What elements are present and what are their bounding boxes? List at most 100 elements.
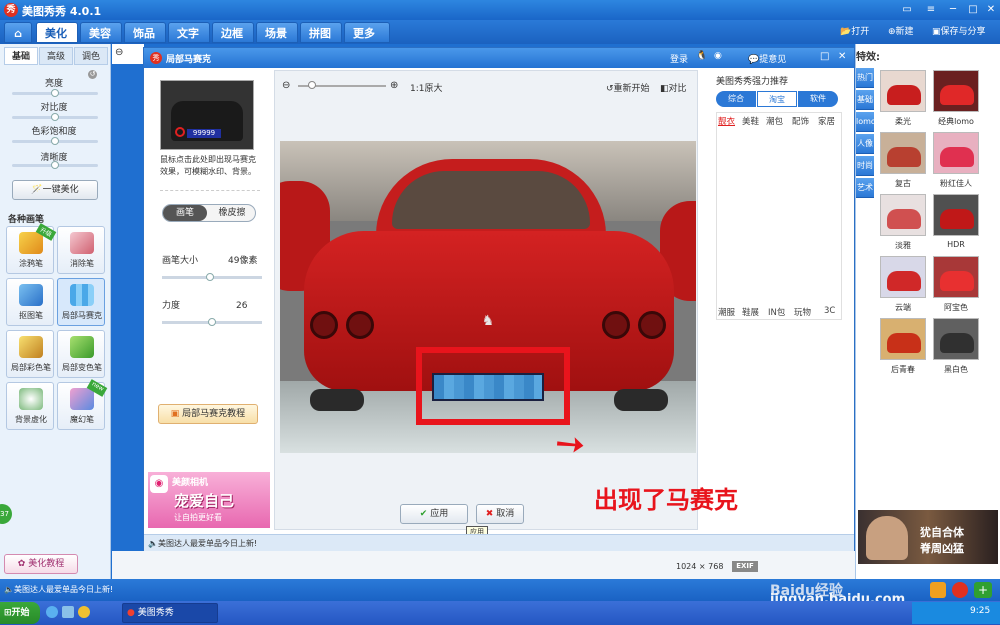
zoom-slider[interactable] — [298, 81, 386, 89]
seg-general[interactable]: 综合 — [716, 91, 756, 107]
cat-home[interactable]: 家居 — [818, 115, 835, 127]
qq-icon[interactable]: 🐧 — [696, 51, 707, 61]
tab-makeup[interactable]: 美容 — [80, 22, 122, 43]
eraser-mode-button[interactable]: 橡皮擦 — [209, 205, 255, 221]
slider-knob[interactable] — [51, 161, 59, 169]
effect-thumb[interactable] — [933, 132, 979, 174]
effect-cat-art[interactable]: 艺术 — [856, 178, 874, 198]
cat-shoes[interactable]: 美鞋 — [742, 115, 759, 127]
menu-icon[interactable]: ≡ — [924, 3, 938, 16]
zoom-knob[interactable] — [308, 81, 316, 89]
weibo-share-icon[interactable] — [952, 582, 968, 598]
effect-thumb[interactable] — [880, 70, 926, 112]
cat-toys[interactable]: 玩物 — [794, 306, 811, 318]
slider-knob[interactable] — [51, 89, 59, 97]
cat-shoe-show[interactable]: 鞋展 — [742, 306, 759, 318]
save-share-button[interactable]: ▣保存与分享 — [932, 24, 986, 40]
brush-mode-button[interactable]: 画笔 — [163, 205, 207, 221]
doodle-pen-tool[interactable]: 升级 涂鸦笔 — [6, 223, 57, 274]
photo-canvas[interactable]: ♞ — [280, 141, 696, 453]
brightness-slider[interactable] — [12, 89, 98, 97]
notification-bubble[interactable]: 37 — [0, 504, 12, 524]
effect-thumb[interactable] — [880, 256, 926, 298]
explorer-icon[interactable] — [62, 606, 74, 618]
minimize-icon[interactable]: ─ — [946, 3, 960, 16]
recolor-pen-tool[interactable]: 局部变色笔 — [57, 330, 105, 378]
tab-collage[interactable]: 拼图 — [300, 22, 342, 43]
effect-thumb[interactable] — [933, 70, 979, 112]
cat-bags[interactable]: 潮包 — [766, 115, 783, 127]
zoom-out-icon[interactable]: ⊖ — [115, 47, 123, 58]
effect-cat-hot[interactable]: 热门 — [856, 68, 874, 88]
strength-slider[interactable] — [162, 318, 262, 326]
saturation-slider[interactable] — [12, 137, 98, 145]
tab-beautify[interactable]: 美化 — [36, 22, 78, 43]
seg-software[interactable]: 软件 — [798, 91, 838, 107]
reset-button[interactable]: ↺重新开始 — [606, 81, 650, 94]
effect-cat-lomo[interactable]: lomo — [856, 112, 876, 132]
zoom-out-icon[interactable]: ⊖ — [282, 80, 290, 91]
effect-thumb[interactable] — [880, 132, 926, 174]
effect-cat-portrait[interactable]: 人像 — [856, 134, 874, 154]
beauty-camera-ad[interactable]: 美颜相机 ◉ 宠爱自己 让自拍更好看 — [148, 472, 270, 528]
gift-icon[interactable] — [930, 582, 946, 598]
add-icon[interactable]: + — [974, 582, 992, 598]
app-quick-icon[interactable] — [78, 606, 90, 618]
strength-knob[interactable] — [208, 318, 216, 326]
cat-accessories[interactable]: 配饰 — [792, 115, 809, 127]
zoom-original-button[interactable]: 1:1原大 — [410, 81, 443, 94]
right-ad-banner[interactable]: 犹自合体 脊周凶猛 — [858, 510, 998, 564]
sharpness-slider[interactable] — [12, 161, 98, 169]
subtab-color[interactable]: 调色 — [74, 47, 108, 65]
seg-taobao[interactable]: 淘宝 — [757, 91, 797, 107]
tab-scene[interactable]: 场景 — [256, 22, 298, 43]
maximize-icon[interactable]: □ — [966, 3, 980, 16]
subtab-advanced[interactable]: 高级 — [39, 47, 73, 65]
cat-in-bags[interactable]: IN包 — [768, 306, 785, 318]
tab-more[interactable]: 更多功能 ▾ — [344, 22, 390, 82]
compare-button[interactable]: ◧对比 — [660, 81, 687, 94]
subtab-basic[interactable]: 基础 — [4, 47, 38, 65]
eraser-pen-tool[interactable]: 消除笔 — [57, 226, 105, 274]
tab-accessories[interactable]: 饰品 — [124, 22, 166, 43]
effect-thumb[interactable] — [933, 256, 979, 298]
effect-cat-fashion[interactable]: 时尚 — [856, 156, 874, 176]
tab-frame[interactable]: 边框 — [212, 22, 254, 43]
cat-3c[interactable]: 3C — [824, 306, 835, 316]
background-blur-tool[interactable]: 背景虚化 — [6, 382, 54, 430]
zoom-in-icon[interactable]: ⊕ — [390, 80, 398, 91]
exif-badge[interactable]: EXIF — [732, 561, 758, 572]
mosaic-tutorial-button[interactable]: ▣ 局部马赛克教程 — [158, 404, 258, 424]
effect-thumb[interactable] — [880, 318, 926, 360]
close-icon[interactable]: ✕ — [984, 3, 998, 16]
contrast-slider[interactable] — [12, 113, 98, 121]
effect-cat-basic[interactable]: 基础 — [856, 90, 874, 110]
color-pen-tool[interactable]: 局部彩色笔 — [6, 330, 54, 378]
dialog-maximize-icon[interactable]: □ — [820, 51, 829, 62]
home-tab[interactable]: ⌂ — [4, 22, 32, 43]
open-button[interactable]: 📂打开 — [840, 24, 869, 40]
cancel-button[interactable]: ✖ 取消 — [476, 504, 524, 524]
feedback-button[interactable]: 💬提意见 — [748, 52, 786, 65]
tab-text[interactable]: 文字 — [168, 22, 210, 43]
magic-pen-tool[interactable]: new 魔幻笔 — [57, 379, 108, 430]
cat-fashion-wear[interactable]: 潮服 — [718, 306, 735, 318]
brush-size-slider[interactable] — [162, 273, 262, 281]
cat-clothes[interactable]: 靓衣 — [718, 115, 735, 127]
one-click-beautify-button[interactable]: 🪄一键美化 — [12, 180, 98, 200]
slider-knob[interactable] — [51, 113, 59, 121]
new-button[interactable]: ⊕新建 — [888, 24, 914, 40]
mosaic-tool[interactable]: 局部马赛克 — [57, 278, 105, 326]
ie-icon[interactable] — [46, 606, 58, 618]
cutout-pen-tool[interactable]: 抠图笔 — [6, 278, 54, 326]
brush-size-knob[interactable] — [206, 273, 214, 281]
effect-thumb[interactable] — [880, 194, 926, 236]
effect-thumb[interactable] — [933, 194, 979, 236]
slider-knob[interactable] — [51, 137, 59, 145]
dialog-close-icon[interactable]: ✕ — [838, 51, 846, 62]
taskbar-window-button[interactable]: ● 美图秀秀 — [122, 603, 218, 623]
apply-button[interactable]: ✔ 应用 — [400, 504, 468, 524]
start-button[interactable]: ⊞开始 — [0, 602, 40, 624]
beautify-tutorial-button[interactable]: ✿ 美化教程 — [4, 554, 78, 574]
effect-thumb[interactable] — [933, 318, 979, 360]
